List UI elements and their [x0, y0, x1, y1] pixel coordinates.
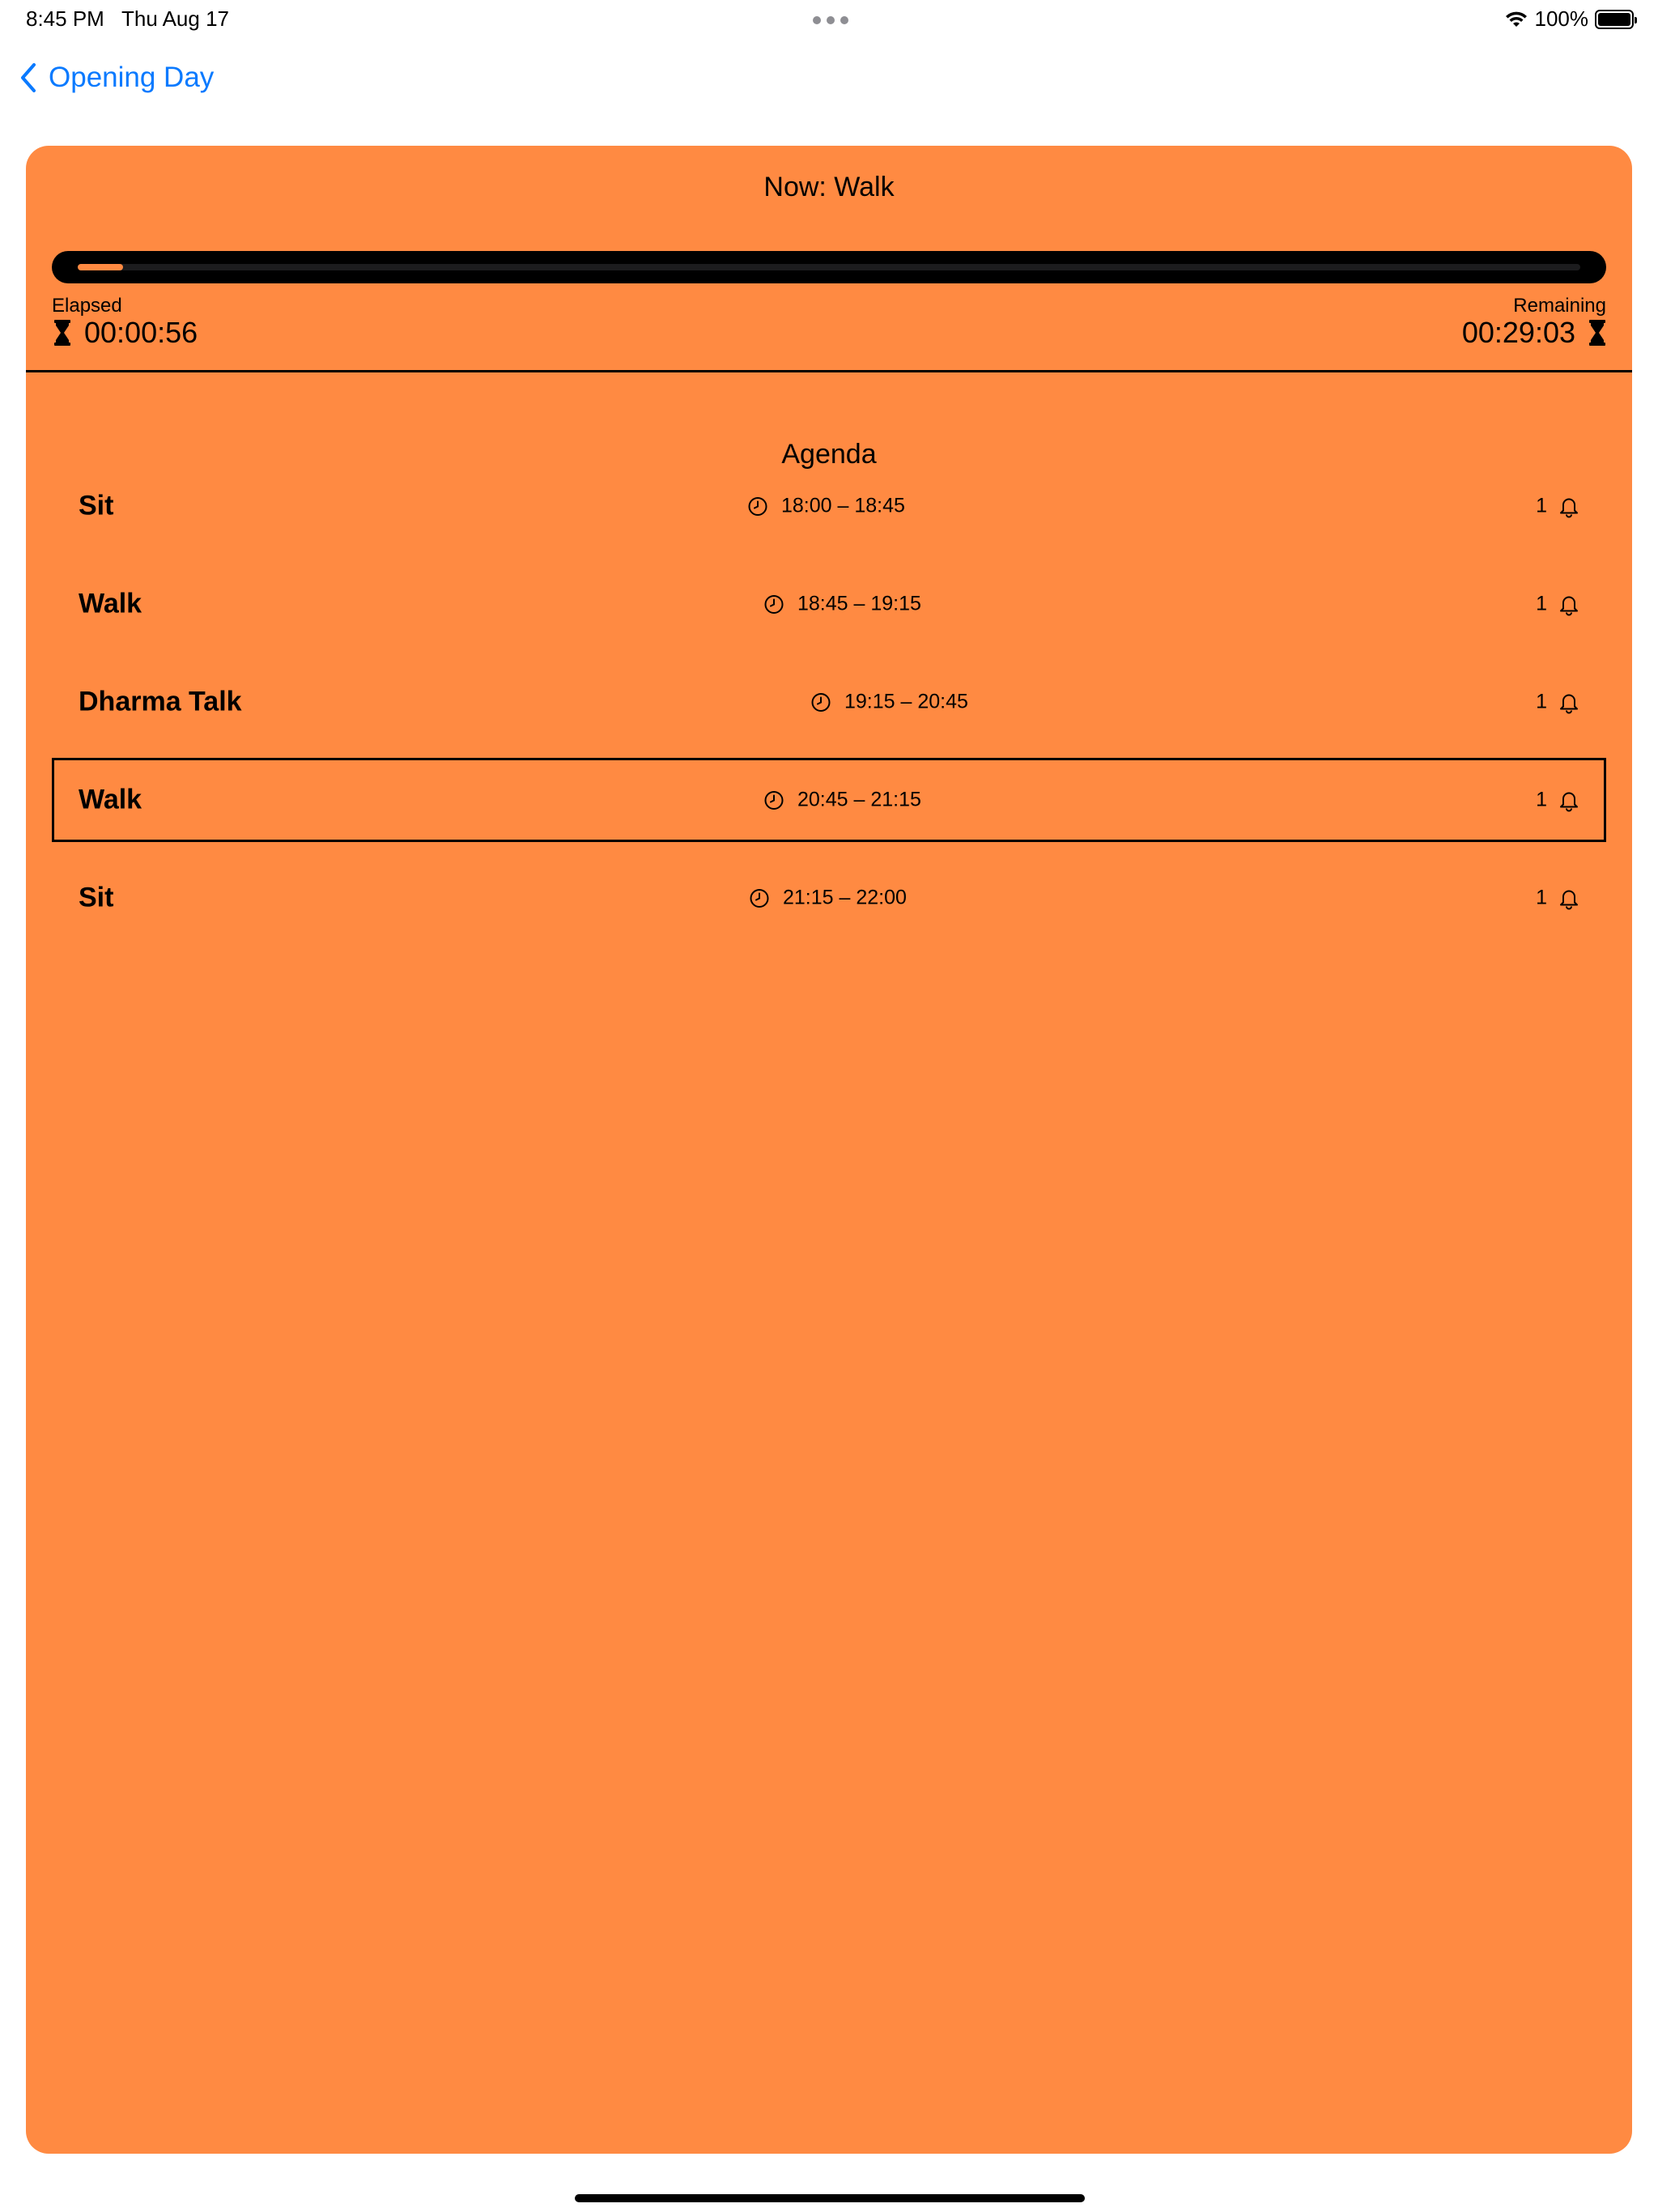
agenda-item-time: 18:45 – 19:15: [763, 593, 921, 616]
agenda-item-time: 20:45 – 21:15: [763, 789, 921, 812]
agenda-row[interactable]: Sit 21:15 – 22:00 1: [52, 856, 1606, 940]
agenda-item-name: Dharma Talk: [79, 686, 242, 717]
battery-percentage: 100%: [1534, 6, 1589, 31]
bell-count-value: 1: [1536, 690, 1547, 713]
bell-count-value: 1: [1536, 592, 1547, 615]
bell-count-value: 1: [1536, 788, 1547, 811]
elapsed-value: 00:00:56: [84, 316, 198, 349]
agenda-item-time: 19:15 – 20:45: [810, 691, 968, 714]
clock-icon: [764, 790, 784, 810]
clock-icon: [750, 888, 769, 908]
progress-fill: [78, 264, 123, 270]
bell-icon: [1560, 792, 1578, 811]
agenda-row[interactable]: Dharma Talk 19:15 – 20:45 1: [52, 660, 1606, 744]
now-title: Now: Walk: [763, 172, 895, 202]
remaining-label: Remaining: [1513, 295, 1606, 317]
agenda-list: Sit 18:00 – 18:45 1 Walk 18:45 – 19:15 1…: [52, 464, 1606, 954]
battery-icon: [1595, 9, 1637, 29]
clock-icon: [811, 692, 831, 712]
hourglass-icon: [54, 320, 70, 346]
agenda-row[interactable]: Sit 18:00 – 18:45 1: [52, 464, 1606, 548]
time-range: 18:45 – 19:15: [797, 592, 921, 615]
bell-icon: [1560, 596, 1578, 615]
remaining-timer: 00:29:03: [1462, 316, 1606, 350]
hourglass-icon: [1589, 320, 1605, 346]
bell-count: 1: [1536, 887, 1579, 910]
bell-count-value: 1: [1536, 494, 1547, 517]
clock-icon: [764, 594, 784, 614]
clock-icon: [748, 496, 767, 516]
bell-count-value: 1: [1536, 886, 1547, 909]
bell-count: 1: [1536, 495, 1579, 518]
bell-count: 1: [1536, 593, 1579, 616]
time-range: 21:15 – 22:00: [783, 886, 907, 909]
status-date: Thu Aug 17: [121, 6, 229, 31]
multitasking-dots[interactable]: [813, 16, 848, 24]
agenda-item-name: Walk: [79, 588, 142, 619]
status-indicators: 100%: [1504, 6, 1637, 32]
session-card: Now: Walk Elapsed Remaining 00:00:56 00:…: [26, 146, 1632, 2154]
remaining-value: 00:29:03: [1461, 316, 1575, 349]
agenda-row[interactable]: Walk 20:45 – 21:15 1: [52, 758, 1606, 842]
elapsed-timer: 00:00:56: [53, 316, 198, 350]
time-range: 19:15 – 20:45: [844, 690, 968, 713]
bell-icon: [1560, 890, 1578, 909]
bell-icon: [1560, 498, 1578, 517]
elapsed-label: Elapsed: [52, 295, 122, 317]
agenda-item-name: Walk: [79, 784, 142, 815]
agenda-item-time: 21:15 – 22:00: [749, 887, 907, 910]
chevron-left-icon: [21, 63, 36, 92]
session-progress-bar: [52, 251, 1606, 283]
home-indicator[interactable]: [575, 2194, 1085, 2202]
status-time: 8:45 PM: [26, 6, 104, 31]
bell-count: 1: [1536, 789, 1579, 812]
bell-icon: [1560, 694, 1578, 713]
bell-count: 1: [1536, 691, 1579, 714]
agenda-item-name: Sit: [79, 882, 114, 913]
agenda-row[interactable]: Walk 18:45 – 19:15 1: [52, 562, 1606, 646]
agenda-item-name: Sit: [79, 490, 114, 521]
back-label: Opening Day: [49, 62, 215, 93]
time-range: 20:45 – 21:15: [797, 788, 921, 811]
status-bar: 8:45 PM Thu Aug 17 100%: [0, 0, 1658, 39]
wifi-icon: [1505, 11, 1527, 27]
divider: [26, 370, 1632, 372]
back-button[interactable]: Opening Day: [19, 62, 214, 94]
agenda-item-time: 18:00 – 18:45: [747, 495, 905, 518]
time-range: 18:00 – 18:45: [781, 494, 905, 517]
